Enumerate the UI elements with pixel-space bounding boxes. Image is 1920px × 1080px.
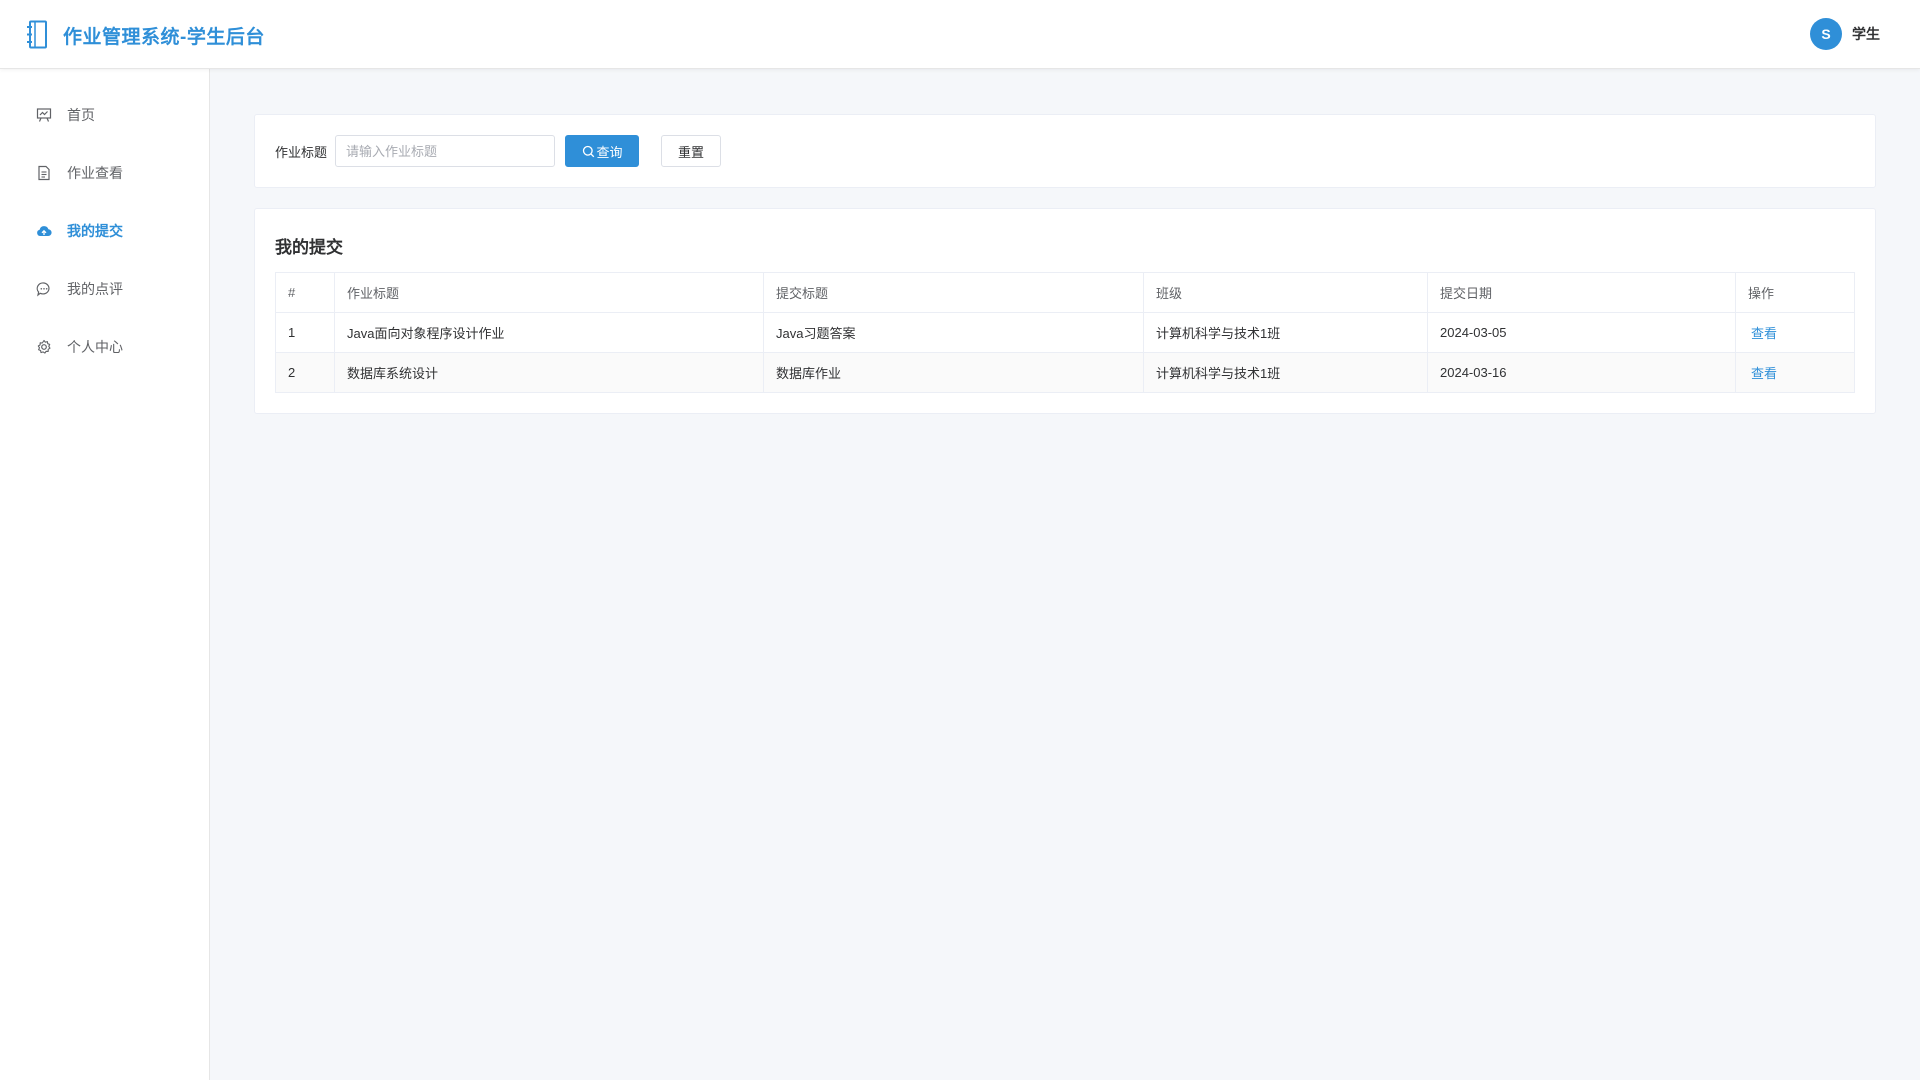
- cell-index: 2: [275, 352, 335, 393]
- cell-class: 计算机科学与技术1班: [1143, 352, 1428, 393]
- chat-bubble-icon: [36, 281, 52, 297]
- column-header-action: 操作: [1735, 272, 1855, 313]
- sidebar-item-home[interactable]: 首页: [0, 86, 209, 144]
- homework-title-search-input[interactable]: [335, 135, 556, 167]
- cell-homework-title: Java面向对象程序设计作业: [334, 312, 764, 353]
- cell-submit-title: 数据库作业: [763, 352, 1144, 393]
- cell-date: 2024-03-16: [1427, 352, 1736, 393]
- sidebar-item-profile[interactable]: 个人中心: [0, 318, 209, 376]
- query-button-label: 查询: [596, 144, 623, 160]
- view-link[interactable]: 查看: [1748, 366, 1777, 381]
- table-row: 2 数据库系统设计 数据库作业 计算机科学与技术1班 2024-03-16 查看: [275, 352, 1855, 393]
- document-icon: [36, 165, 52, 181]
- search-bar: 作业标题 查询 重置: [254, 114, 1876, 188]
- cloud-upload-icon: [36, 223, 52, 239]
- sidebar-item-my-comments[interactable]: 我的点评: [0, 260, 209, 318]
- reset-button[interactable]: 重置: [661, 135, 722, 167]
- table-header-row: # 作业标题 提交标题 班级 提交日期 操作: [275, 272, 1855, 313]
- column-header-homework-title: 作业标题: [334, 272, 764, 313]
- column-header-class: 班级: [1143, 272, 1428, 313]
- cell-action: 查看: [1735, 352, 1855, 393]
- cell-class: 计算机科学与技术1班: [1143, 312, 1428, 353]
- column-header-submit-date: 提交日期: [1427, 272, 1736, 313]
- cell-action: 查看: [1735, 312, 1855, 353]
- sidebar-item-label: 首页: [67, 107, 95, 123]
- app-title: 作业管理系统-学生后台: [63, 27, 265, 48]
- sidebar: 首页 作业查看 我的提交 我的点评 个人中心: [0, 69, 210, 1080]
- sidebar-item-label: 我的点评: [67, 281, 123, 297]
- main-content: 作业标题 查询 重置 我的提交 # 作业标题 提交标题 班级 提交日期 操作: [254, 114, 1876, 414]
- query-button[interactable]: 查询: [565, 135, 640, 167]
- user-menu[interactable]: S 学生: [1810, 18, 1880, 50]
- top-header: 作业管理系统-学生后台 S 学生: [0, 0, 1920, 69]
- gear-icon: [36, 339, 52, 355]
- submissions-table: # 作业标题 提交标题 班级 提交日期 操作 1 Java面向对象程序设计作业 …: [275, 272, 1855, 393]
- search-icon: [582, 145, 594, 157]
- sidebar-item-label: 个人中心: [67, 339, 123, 355]
- submissions-panel: 我的提交 # 作业标题 提交标题 班级 提交日期 操作 1 Java面向对象程序…: [254, 208, 1876, 414]
- sidebar-item-label: 作业查看: [67, 165, 123, 181]
- view-link[interactable]: 查看: [1748, 326, 1777, 341]
- cell-date: 2024-03-05: [1427, 312, 1736, 353]
- column-header-index: #: [275, 272, 335, 313]
- sidebar-item-my-submissions[interactable]: 我的提交: [0, 202, 209, 260]
- cell-submit-title: Java习题答案: [763, 312, 1144, 353]
- search-label: 作业标题: [275, 144, 328, 160]
- notebook-icon: [27, 20, 47, 49]
- user-name[interactable]: 学生: [1852, 24, 1880, 44]
- cell-index: 1: [275, 312, 335, 353]
- table-row: 1 Java面向对象程序设计作业 Java习题答案 计算机科学与技术1班 202…: [275, 312, 1855, 353]
- section-title: 我的提交: [275, 238, 343, 257]
- cell-homework-title: 数据库系统设计: [334, 352, 764, 393]
- column-header-submit-title: 提交标题: [763, 272, 1144, 313]
- presentation-icon: [36, 107, 52, 123]
- sidebar-item-label: 我的提交: [67, 223, 123, 239]
- avatar[interactable]: S: [1810, 18, 1842, 50]
- sidebar-item-homework-view[interactable]: 作业查看: [0, 144, 209, 202]
